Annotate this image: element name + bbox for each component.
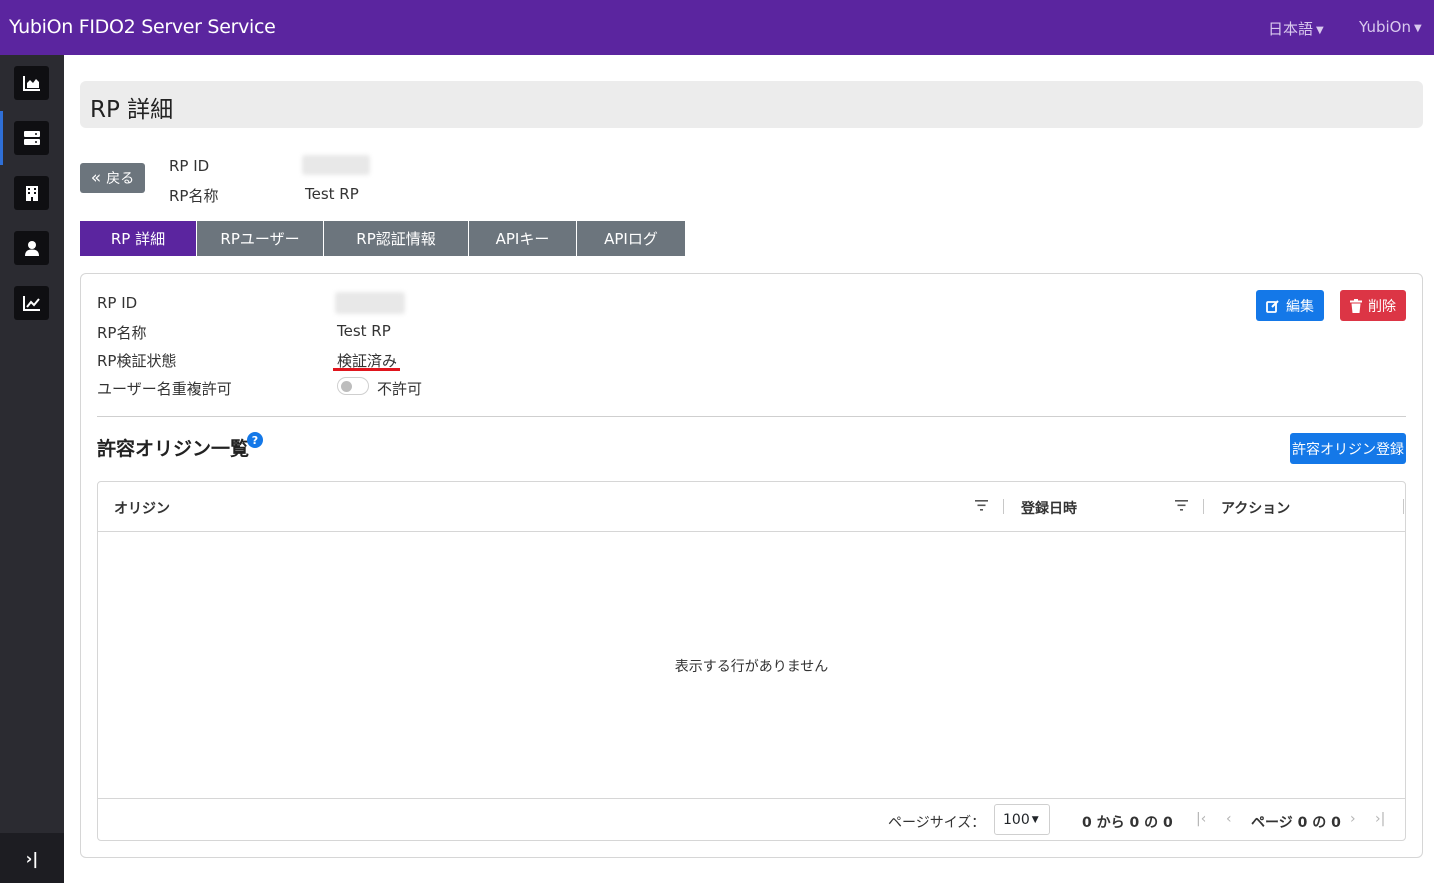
back-label: 戻る xyxy=(106,171,135,187)
username-duplicate-toggle[interactable] xyxy=(337,377,369,395)
language-dropdown[interactable]: 日本語 ▼ xyxy=(1268,18,1324,39)
help-icon[interactable]: ? xyxy=(247,432,263,448)
user-label: YubiOn xyxy=(1359,18,1411,36)
rp-name-value: Test RP xyxy=(337,322,391,340)
expand-icon: ›| xyxy=(25,848,39,868)
previous-page-icon[interactable]: ‹ xyxy=(1226,811,1232,827)
caret-down-icon: ▼ xyxy=(1413,23,1422,34)
sidebar-item-statistics[interactable] xyxy=(14,286,49,320)
user-dropdown[interactable]: YubiOn ▼ xyxy=(1359,18,1422,36)
rp-verify-label: RP検証状態 xyxy=(97,352,177,370)
back-button[interactable]: « 戻る xyxy=(80,163,145,193)
tab-api-logs[interactable]: APIログ xyxy=(577,221,686,256)
area-chart-icon xyxy=(22,76,40,91)
sidebar-item-users[interactable] xyxy=(14,231,49,265)
page-title: RP 詳細 xyxy=(90,97,174,123)
double-chevron-left-icon: « xyxy=(90,167,102,188)
username-duplicate-value: 不許可 xyxy=(377,380,423,398)
rp-id-label: RP ID xyxy=(97,294,138,312)
red-underline-annotation xyxy=(333,368,400,371)
trash-icon xyxy=(1350,298,1362,313)
column-separator[interactable] xyxy=(1003,499,1004,514)
sidebar-item-rp[interactable] xyxy=(14,121,49,155)
allowed-origins-title: 許容オリジン一覧 xyxy=(97,438,250,460)
last-page-icon[interactable]: ›| xyxy=(1375,811,1385,827)
top-navbar: YubiOn FIDO2 Server Service 日本語 ▼ YubiOn ▼ xyxy=(0,0,1434,55)
page-header: RP 詳細 xyxy=(80,81,1423,128)
caret-down-icon: ▼ xyxy=(1031,814,1039,825)
edit-button[interactable]: 編集 xyxy=(1256,290,1324,321)
rp-detail-card: RP ID RP名称 Test RP RP検証状態 検証済み ユーザー名重複許可… xyxy=(80,273,1423,858)
building-icon xyxy=(25,185,38,201)
page-indicator: ページ 0 の 0 xyxy=(1251,815,1341,831)
section-divider xyxy=(97,416,1406,417)
edit-icon xyxy=(1266,299,1279,313)
sidebar-item-dashboard[interactable] xyxy=(14,66,49,100)
sidebar-active-indicator xyxy=(0,111,3,165)
summary-rp-id-label: RP ID xyxy=(169,157,210,175)
sidebar: ›| xyxy=(0,55,64,883)
first-page-icon[interactable]: |‹ xyxy=(1196,811,1206,827)
empty-rows-message: 表示する行がありません xyxy=(674,659,829,675)
language-label: 日本語 xyxy=(1268,20,1314,38)
column-separator[interactable] xyxy=(1203,499,1204,514)
edit-label: 編集 xyxy=(1286,298,1314,315)
server-icon xyxy=(23,131,40,145)
tab-api-keys[interactable]: APIキー xyxy=(469,221,577,256)
column-separator[interactable] xyxy=(1403,499,1404,514)
next-page-icon[interactable]: › xyxy=(1350,811,1356,827)
delete-label: 削除 xyxy=(1368,298,1396,315)
column-header-registered-at[interactable]: 登録日時 xyxy=(1021,498,1077,518)
detail-tabs: RP 詳細 RPユーザー RP認証情報 APIキー APIログ xyxy=(80,221,686,256)
tab-rp-credentials[interactable]: RP認証情報 xyxy=(324,221,469,256)
page-size-value: 100 xyxy=(1003,811,1030,828)
grid-pagination: ページサイズ： 100 ▼ 0 から 0 の 0 |‹ ‹ ページ 0 の 0 … xyxy=(98,798,1405,840)
brand-title[interactable]: YubiOn FIDO2 Server Service xyxy=(9,16,276,38)
caret-down-icon: ▼ xyxy=(1316,25,1324,36)
column-header-origin[interactable]: オリジン xyxy=(114,498,170,518)
filter-icon[interactable] xyxy=(975,500,988,511)
origins-grid: オリジン 登録日時 アクション 表示する行がありません ページサイズ： 100 … xyxy=(97,481,1406,841)
rp-id-value-redacted xyxy=(335,292,405,314)
tab-rp-users[interactable]: RPユーザー xyxy=(197,221,324,256)
summary-rp-id-value-redacted xyxy=(302,155,370,175)
summary-rp-name-value: Test RP xyxy=(305,185,359,203)
summary-rp-name-label: RP名称 xyxy=(169,187,219,205)
filter-icon[interactable] xyxy=(1175,500,1188,511)
delete-button[interactable]: 削除 xyxy=(1340,290,1406,321)
username-duplicate-label: ユーザー名重複許可 xyxy=(97,380,232,398)
grid-header: オリジン 登録日時 アクション xyxy=(98,482,1405,532)
page-size-label: ページサイズ： xyxy=(888,815,986,831)
page-size-select[interactable]: 100 ▼ xyxy=(994,804,1050,835)
sidebar-item-organization[interactable] xyxy=(14,176,49,210)
rp-name-label: RP名称 xyxy=(97,324,147,342)
row-range-summary: 0 から 0 の 0 xyxy=(1082,815,1173,831)
column-header-action[interactable]: アクション xyxy=(1221,498,1290,518)
toggle-knob xyxy=(341,381,352,392)
user-icon xyxy=(24,240,39,256)
tab-rp-detail[interactable]: RP 詳細 xyxy=(80,221,197,256)
sidebar-collapse-button[interactable]: ›| xyxy=(0,833,64,883)
line-chart-icon xyxy=(22,296,40,311)
register-origin-button[interactable]: 許容オリジン登録 xyxy=(1290,433,1406,464)
